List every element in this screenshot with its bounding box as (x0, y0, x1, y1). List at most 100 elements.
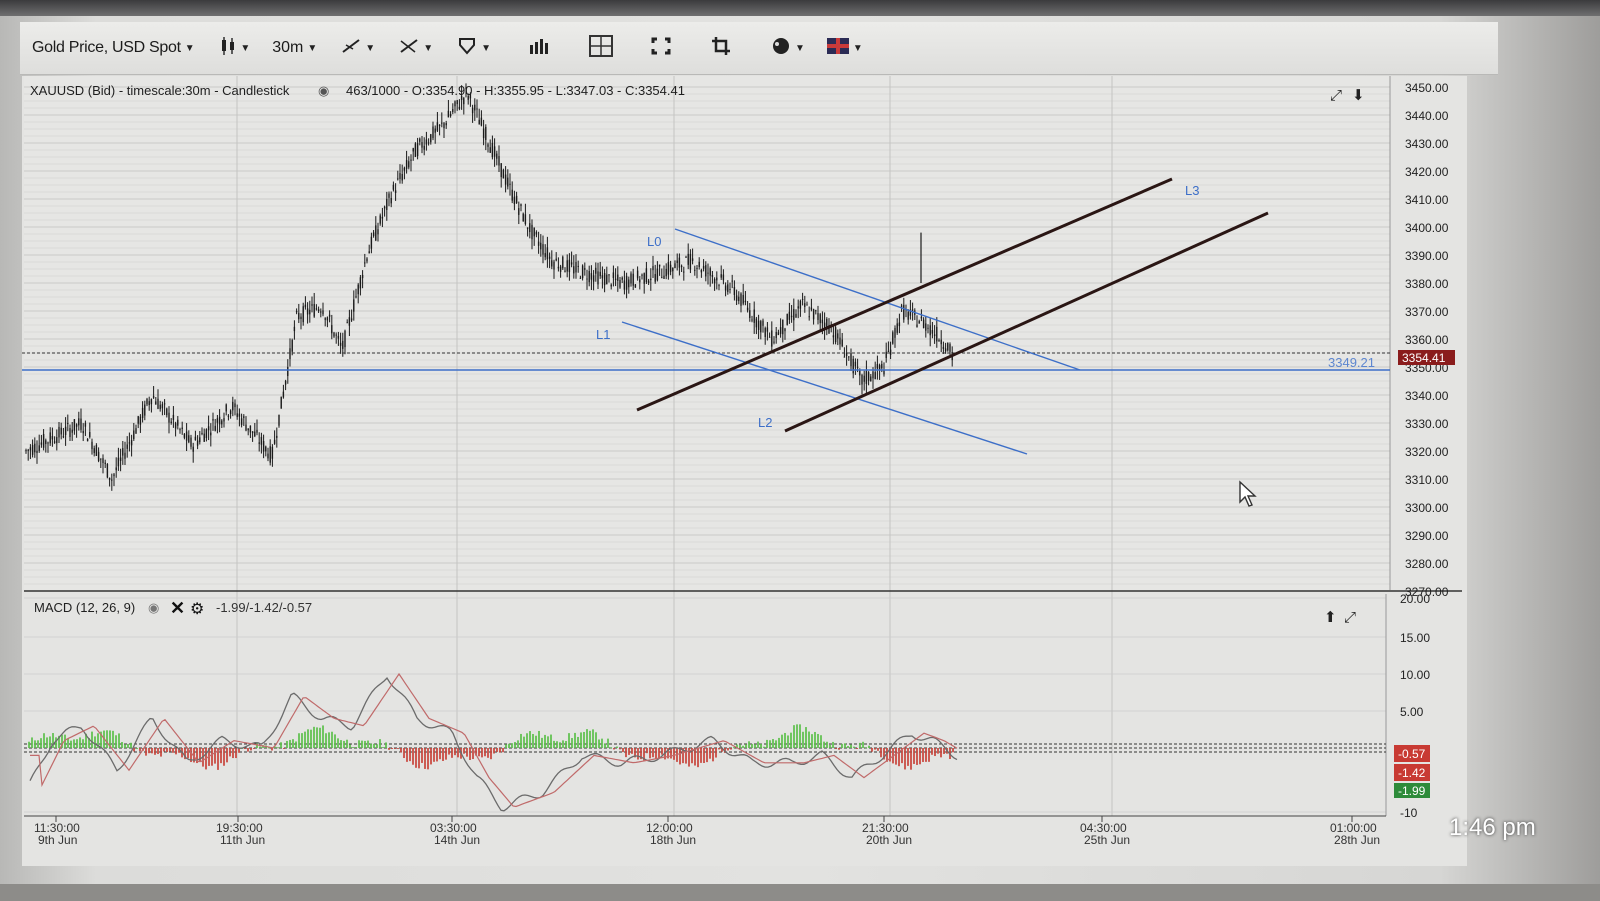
candle-body (645, 268, 648, 282)
macd-hist-bar-negative (421, 748, 423, 763)
macd-hist-bar-positive (112, 730, 114, 748)
line-tool-dropdown[interactable]: ▼ (341, 22, 375, 74)
timeframe-dropdown[interactable]: 30m ▼ (272, 22, 317, 74)
candle-body (577, 265, 579, 268)
crop-button[interactable] (711, 22, 731, 74)
macd-eye-icon[interactable]: ◉ (148, 600, 159, 615)
chart-area[interactable]: L0 L1 L2 L3 XAUUSD (Bid) - timescale:30m… (22, 76, 1492, 866)
crosshair-tool-dropdown[interactable]: ▼ (399, 22, 433, 74)
candle-body (399, 173, 401, 179)
candle-body (298, 312, 300, 320)
candle-body (672, 267, 674, 272)
fullscreen-button[interactable] (651, 22, 671, 74)
mouse-cursor-icon (1238, 480, 1260, 513)
macd-hist-bar-positive (748, 741, 750, 748)
candle-body (291, 340, 293, 352)
candle-body (678, 257, 681, 268)
macd-hist-bar-negative (730, 748, 732, 750)
candle-body (454, 101, 456, 107)
line-label-l3: L3 (1185, 183, 1199, 198)
candle-body (854, 361, 857, 367)
macd-hist-bar-positive (811, 734, 813, 748)
macd-hist-bar-negative (391, 748, 393, 749)
price-tick-label: 3380.00 (1405, 277, 1449, 291)
macd-hist-bar-positive (508, 743, 510, 748)
macd-hist-bar-positive (352, 747, 354, 749)
candle-body (168, 412, 170, 423)
candle-body (931, 330, 934, 334)
clock-overlay: 1:46 pm (1449, 814, 1536, 841)
candle-body (815, 310, 817, 312)
candle-body (463, 98, 465, 105)
candle-body (403, 167, 406, 171)
eye-icon[interactable]: ◉ (318, 83, 329, 98)
macd-hist-bar-negative (139, 748, 141, 751)
macd-resize-icon[interactable]: ⤢ (1344, 609, 1357, 626)
candle-body (60, 427, 62, 435)
close-icon[interactable]: ✕ (170, 598, 185, 618)
macd-hist-bar-negative (919, 748, 921, 765)
chart-type-dropdown[interactable]: ▼ (220, 22, 250, 74)
candle-body (84, 423, 87, 427)
candle-body (793, 309, 795, 321)
candle-body (702, 265, 705, 269)
candle-body (482, 128, 485, 139)
macd-hist-bar-positive (841, 743, 843, 748)
candle-body (856, 366, 859, 368)
candle-body (478, 119, 480, 125)
candle-body (918, 321, 920, 324)
macd-hist-bar-positive (319, 727, 321, 748)
candle-body (458, 106, 461, 109)
candle-body (760, 321, 762, 333)
symbol-dropdown[interactable]: Gold Price, USD Spot ▼ (32, 22, 195, 74)
candle-body (124, 452, 126, 459)
macd-hist-bar-positive (121, 742, 123, 748)
macd-hist-bar-negative (493, 748, 495, 754)
candle-body (216, 418, 219, 423)
x-tick-date: 14th Jun (434, 833, 480, 847)
candle-body (423, 145, 425, 150)
candle-body (394, 190, 397, 193)
shape-tool-dropdown[interactable]: ▼ (457, 22, 491, 74)
macd-hist-bar-negative (463, 748, 465, 754)
candle-body (58, 426, 60, 438)
price-tick-label: 3310.00 (1405, 473, 1449, 487)
candle-body (892, 332, 894, 344)
chevron-down-icon: ▼ (307, 42, 318, 54)
expand-icon (651, 37, 671, 60)
candle-body (40, 442, 43, 445)
gear-icon[interactable]: ⚙ (190, 601, 204, 618)
macd-hist-bar-positive (538, 730, 540, 748)
macd-hist-bar-positive (778, 737, 780, 748)
resize-icon[interactable]: ⤢ (1330, 87, 1343, 104)
theme-dropdown[interactable]: ▼ (826, 22, 863, 74)
current-price-tag-text: 3354.41 (1402, 351, 1446, 365)
macd-hist-bar-negative (628, 748, 630, 755)
candle-body (599, 271, 601, 277)
chart-canvas[interactable]: L0 L1 L2 L3 XAUUSD (Bid) - timescale:30m… (22, 76, 1492, 866)
candle-body (447, 110, 450, 118)
indicators-button[interactable] (529, 22, 549, 74)
macd-hist-bar-positive (541, 737, 543, 748)
layout-button[interactable] (589, 22, 613, 74)
candle-body (225, 404, 227, 412)
candle-body (940, 339, 942, 345)
arrow-down-icon[interactable]: ⬇ (1352, 87, 1365, 104)
candle-body (221, 420, 223, 425)
macd-hist-bar-positive (805, 727, 807, 748)
color-dropdown[interactable]: ▼ (771, 22, 805, 74)
candle-body (676, 260, 678, 263)
arrow-up-icon[interactable]: ⬆ (1324, 609, 1337, 626)
candle-body (584, 268, 586, 270)
macd-hist-bar-negative (457, 748, 459, 758)
macd-hist-bar-negative (214, 748, 216, 764)
candle-body (210, 432, 212, 436)
macd-hist-bar-positive (595, 732, 597, 748)
price-panel-header: XAUUSD (Bid) - timescale:30m - Candlesti… (30, 83, 290, 98)
candle-body (551, 260, 553, 267)
macd-values: -1.99/-1.42/-0.57 (216, 600, 312, 615)
macd-hist-bar-negative (670, 748, 672, 759)
macd-hist-bar-positive (775, 740, 777, 748)
macd-hist-bar-negative (163, 748, 165, 752)
candle-body (834, 327, 837, 343)
